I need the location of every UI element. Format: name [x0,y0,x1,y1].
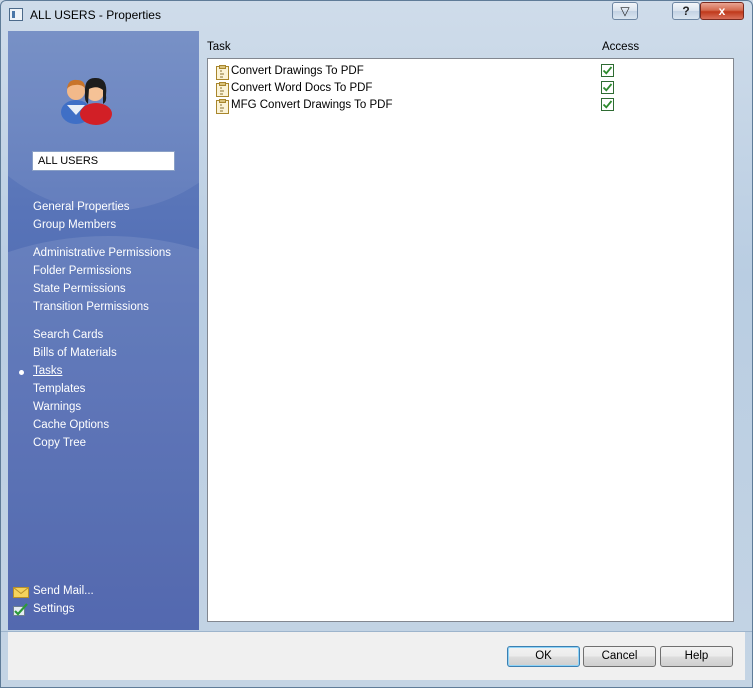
access-checkbox[interactable] [601,98,614,111]
task-name: Convert Word Docs To PDF [231,82,373,94]
ok-button[interactable]: OK [507,646,580,667]
settings-check-icon [13,603,28,616]
title-bar: ALL USERS - Properties ▽ ? x [1,1,752,31]
sidebar-item-tasks[interactable]: Tasks [33,365,62,377]
sidebar-item-warnings[interactable]: Warnings [33,401,81,413]
task-clipboard-icon [216,82,229,97]
close-icon: x [718,4,726,18]
checkmark-icon [602,100,613,109]
dropdown-menu-button[interactable]: ▽ [612,2,638,20]
sidebar-item-templates[interactable]: Templates [33,383,85,395]
active-item-bullet [19,370,24,375]
access-checkbox[interactable] [601,64,614,77]
properties-window: ALL USERS - Properties ▽ ? x ALL USERS G… [0,0,753,688]
window-icon [9,8,23,21]
task-row[interactable]: Convert Word Docs To PDF [214,81,724,98]
access-column-header[interactable]: Access [602,41,639,53]
sidebar-item-folder-permissions[interactable]: Folder Permissions [33,265,131,277]
chevron-down-icon: ▽ [620,4,630,18]
sidebar-item-search-cards[interactable]: Search Cards [33,329,103,341]
question-icon: ? [682,4,690,18]
sidebar-decoration [8,236,199,630]
group-name-field[interactable]: ALL USERS [32,151,175,171]
sidebar-item-administrative-permissions[interactable]: Administrative Permissions [33,247,171,259]
window-title: ALL USERS - Properties [30,8,161,22]
send-mail-label: Send Mail... [33,585,94,597]
user-group-icon [61,77,112,125]
sidebar-item-state-permissions[interactable]: State Permissions [33,283,126,295]
settings-label: Settings [33,603,75,615]
task-clipboard-icon [216,99,229,114]
task-clipboard-icon [216,65,229,80]
sidebar-item-cache-options[interactable]: Cache Options [33,419,109,431]
task-row[interactable]: MFG Convert Drawings To PDF [214,98,724,115]
envelope-icon [13,587,29,598]
sidebar-item-transition-permissions[interactable]: Transition Permissions [33,301,149,313]
checkmark-icon [602,66,613,75]
task-list[interactable]: Convert Drawings To PDF Convert Word Doc… [207,58,734,622]
help-button[interactable]: Help [660,646,733,667]
task-row[interactable]: Convert Drawings To PDF [214,64,724,81]
task-name: MFG Convert Drawings To PDF [231,99,393,111]
sidebar-item-copy-tree[interactable]: Copy Tree [33,437,86,449]
sidebar-item-bills-of-materials[interactable]: Bills of Materials [33,347,117,359]
sidebar: ALL USERS General Properties Group Member… [8,31,199,630]
cancel-button[interactable]: Cancel [583,646,656,667]
task-name: Convert Drawings To PDF [231,65,364,77]
checkmark-icon [602,83,613,92]
task-column-header[interactable]: Task [207,41,231,53]
sidebar-item-general-properties[interactable]: General Properties [33,201,130,213]
close-button[interactable]: x [700,2,744,20]
sidebar-item-group-members[interactable]: Group Members [33,219,116,231]
access-checkbox[interactable] [601,81,614,94]
help-title-button[interactable]: ? [672,2,700,20]
